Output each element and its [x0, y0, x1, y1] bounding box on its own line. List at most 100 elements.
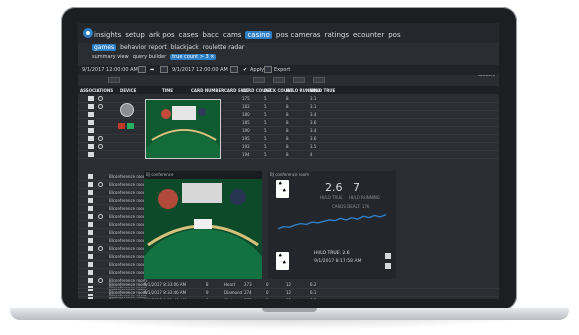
- table-camera-thumbnail[interactable]: [145, 99, 221, 159]
- row-camera-icon[interactable]: [88, 254, 93, 259]
- list-item[interactable]: Blconference room: [78, 181, 147, 189]
- subnav-item-roulette-radar[interactable]: roulette radar: [203, 44, 245, 51]
- list-item[interactable]: Blconference room: [78, 269, 147, 277]
- row-camera-icon[interactable]: [88, 190, 93, 195]
- hilo-true-value: 2.6: [325, 181, 343, 194]
- summary-view-link[interactable]: summary view: [92, 54, 129, 60]
- deck-filter-dropdown[interactable]: [313, 77, 325, 83]
- col-associations[interactable]: ASSOCIATIONS: [80, 88, 113, 93]
- row-link-icon[interactable]: [98, 96, 103, 101]
- row-link-icon[interactable]: [98, 104, 103, 109]
- list-item[interactable]: Blconference room: [78, 253, 147, 261]
- table-row[interactable]: 180 5 8 3.4: [78, 111, 499, 119]
- app-logo-icon[interactable]: [81, 26, 95, 40]
- list-item[interactable]: Blconference room: [78, 221, 147, 229]
- device-filter-dropdown[interactable]: [108, 77, 120, 83]
- list-item[interactable]: Blconference room: [78, 213, 147, 221]
- row-camera-icon[interactable]: [88, 246, 93, 251]
- row-link-icon[interactable]: [98, 246, 103, 251]
- row-camera-icon[interactable]: [88, 262, 93, 267]
- nav-item-ratings[interactable]: ratings: [325, 31, 349, 39]
- table-row[interactable]: 194 5 8 4: [78, 151, 499, 159]
- row-camera-icon[interactable]: [88, 104, 94, 109]
- row-link-icon[interactable]: [98, 214, 103, 219]
- subnav-item-behavior-report[interactable]: behavior report: [120, 44, 167, 51]
- start-date-input[interactable]: 9/1/2017 12:00:00 AM: [82, 67, 138, 73]
- col-hilo-true[interactable]: HI/LO TRUE: [310, 88, 335, 93]
- table-row[interactable]: 195 5 8 3.6: [78, 135, 499, 143]
- nav-item-casino[interactable]: casino: [245, 31, 272, 39]
- subnav-item-blackjack[interactable]: blackjack: [171, 44, 199, 51]
- suit-filter-dropdown[interactable]: [273, 77, 285, 83]
- row-link-icon[interactable]: [98, 182, 103, 187]
- scroll-up-button[interactable]: [385, 253, 391, 259]
- calendar-icon-3[interactable]: [230, 66, 238, 73]
- card-filter-dropdown[interactable]: [253, 77, 265, 83]
- row-camera-icon[interactable]: [88, 96, 94, 101]
- nav-item-cases[interactable]: cases: [179, 31, 199, 39]
- calendar-icon-2[interactable]: [160, 66, 168, 73]
- nav-item-ark-pos[interactable]: ark pos: [149, 31, 175, 39]
- row-camera-icon[interactable]: [88, 238, 93, 243]
- col-card-number[interactable]: CARD NUMBER: [191, 88, 224, 93]
- list-item[interactable]: Blconference room: [78, 173, 147, 181]
- row-camera-icon[interactable]: [88, 174, 93, 179]
- query-builder-link[interactable]: query builder: [133, 54, 166, 60]
- row-camera-icon[interactable]: [88, 214, 93, 219]
- filter-badge[interactable]: true count > 3 ×: [170, 54, 217, 60]
- nav-item-ecounter[interactable]: ecounter: [353, 31, 384, 39]
- row-camera-icon[interactable]: [88, 128, 94, 133]
- list-item[interactable]: Blconference room: [78, 189, 147, 197]
- table-row[interactable]: Blconference room 9/1/2017 8:33:06 AM 8 Hea…: [78, 281, 499, 289]
- table-cell: 8: [206, 298, 209, 299]
- table-row[interactable]: 175 5 8 3.1: [78, 95, 499, 103]
- list-item[interactable]: Blconference room: [78, 197, 147, 205]
- table-row[interactable]: Blconference room 9/1/2017 8:33:46 AM 9 Dia…: [78, 289, 499, 297]
- row-camera-icon[interactable]: [88, 144, 94, 149]
- export-icon[interactable]: [264, 66, 272, 73]
- nav-item-bacc[interactable]: bacc: [202, 31, 218, 39]
- row-link-icon[interactable]: [98, 144, 103, 149]
- nav-item-setup[interactable]: setup: [125, 31, 145, 39]
- table-row[interactable]: 182 5 8 3.1: [78, 103, 499, 111]
- row-camera-icon[interactable]: [88, 270, 93, 275]
- row-camera-icon[interactable]: [88, 182, 93, 187]
- table-row[interactable]: 185 5 8 3.6: [78, 119, 499, 127]
- end-date-input[interactable]: 9/1/2017 12:00:00 AM: [172, 67, 228, 73]
- list-item[interactable]: Blconference room: [78, 261, 147, 269]
- list-item[interactable]: Blconference room: [78, 205, 147, 213]
- table-row[interactable]: 190 5 8 3.4: [78, 127, 499, 135]
- nav-item-insights[interactable]: insights: [94, 31, 121, 39]
- nav-item-cams[interactable]: cams: [223, 31, 242, 39]
- list-item[interactable]: Blconference room: [78, 229, 147, 237]
- table-camera-view[interactable]: [144, 179, 262, 279]
- calendar-icon[interactable]: [138, 66, 146, 73]
- row-camera-icon[interactable]: [88, 222, 93, 227]
- list-item[interactable]: Blconference room: [78, 237, 147, 245]
- table-cell: 0: [266, 282, 269, 287]
- table-cell: 5: [264, 128, 267, 133]
- table-cell: 3.1: [310, 96, 317, 101]
- count-filter-dropdown[interactable]: [293, 77, 305, 83]
- table-row[interactable]: Blconference room9/1/2017 8:33:46 AM 8 Clu…: [78, 297, 499, 299]
- row-camera-icon[interactable]: [88, 230, 93, 235]
- apply-button[interactable]: Apply: [250, 67, 264, 73]
- scroll-down-button[interactable]: [385, 263, 391, 269]
- row-camera-icon[interactable]: [88, 198, 93, 203]
- nav-item-pos[interactable]: pos: [388, 31, 400, 39]
- row-camera-icon[interactable]: [88, 136, 94, 141]
- list-item[interactable]: Blconference room: [78, 245, 147, 253]
- col-device[interactable]: DEVICE: [120, 88, 136, 93]
- col-time[interactable]: TIME: [162, 88, 173, 93]
- row-camera-icon[interactable]: [88, 206, 93, 211]
- table-row[interactable]: 192 5 8 3.5: [78, 143, 499, 151]
- nav-item-pos-cameras[interactable]: pos cameras: [276, 31, 321, 39]
- row-camera-icon[interactable]: [88, 152, 94, 157]
- row-camera-icon[interactable]: [88, 120, 94, 125]
- row-link-icon[interactable]: [98, 136, 103, 141]
- table-cell: 6.2: [310, 282, 317, 287]
- subnav-item-games[interactable]: games: [92, 44, 117, 51]
- row-camera-icon[interactable]: [88, 112, 94, 117]
- table-cell: 12: [286, 298, 291, 299]
- export-button[interactable]: Export: [274, 67, 290, 73]
